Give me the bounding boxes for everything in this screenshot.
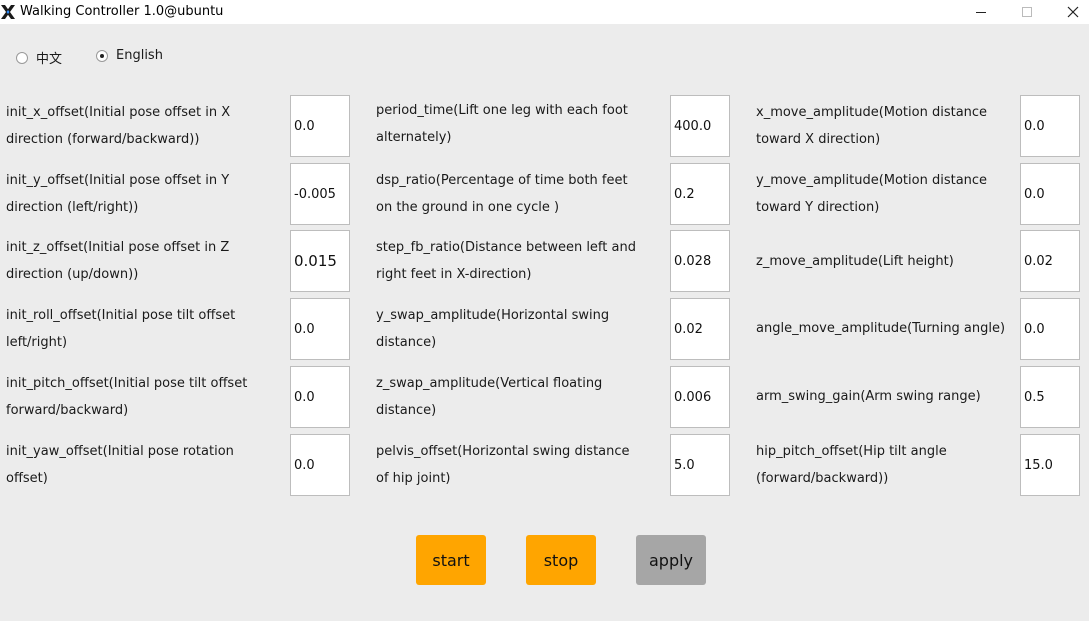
x11-app-icon [1, 5, 15, 19]
label-init-pitch-offset: init_pitch_offset(Initial pose tilt offs… [6, 376, 248, 418]
label-pelvis-offset: pelvis_offset(Horizontal swing distance … [376, 444, 630, 486]
input-y-swap-amplitude[interactable] [670, 298, 730, 360]
radio-chinese[interactable] [16, 51, 28, 64]
label-y-swap-amplitude: y_swap_amplitude(Horizontal swing distan… [376, 308, 610, 350]
label-hip-pitch-offset: hip_pitch_offset(Hip tilt angle (forward… [756, 444, 947, 486]
label-init-x-offset: init_x_offset(Initial pose offset in X d… [6, 105, 231, 147]
input-init-pitch-offset[interactable] [290, 366, 350, 428]
label-step-fb-ratio: step_fb_ratio(Distance between left and … [376, 240, 636, 282]
input-arm-swing-gain[interactable] [1020, 366, 1080, 428]
input-period-time[interactable] [670, 95, 730, 157]
title-bar: Walking Controller 1.0@ubuntu [0, 0, 1089, 24]
input-angle-move-amplitude[interactable] [1020, 298, 1080, 360]
label-period-time: period_time(Lift one leg with each foot … [376, 103, 628, 145]
minimize-icon [976, 12, 986, 13]
label-init-yaw-offset: init_yaw_offset(Initial pose rotation of… [6, 444, 234, 486]
label-init-z-offset: init_z_offset(Initial pose offset in Z d… [6, 240, 230, 282]
input-init-z-offset[interactable] [290, 230, 350, 292]
label-z-move-amplitude: z_move_amplitude(Lift height) [756, 254, 954, 269]
input-hip-pitch-offset[interactable] [1020, 434, 1080, 496]
label-z-swap-amplitude: z_swap_amplitude(Vertical floating dista… [376, 376, 603, 418]
close-icon [1067, 6, 1079, 18]
input-x-move-amplitude[interactable] [1020, 95, 1080, 157]
label-init-roll-offset: init_roll_offset(Initial pose tilt offse… [6, 308, 236, 350]
input-init-roll-offset[interactable] [290, 298, 350, 360]
input-step-fb-ratio[interactable] [670, 230, 730, 292]
input-dsp-ratio[interactable] [670, 163, 730, 225]
start-button[interactable]: start [416, 535, 486, 585]
label-y-move-amplitude: y_move_amplitude(Motion distance toward … [756, 173, 988, 215]
radio-english-label: English [116, 48, 163, 63]
input-init-x-offset[interactable] [290, 95, 350, 157]
label-x-move-amplitude: x_move_amplitude(Motion distance toward … [756, 105, 988, 147]
stop-button[interactable]: stop [526, 535, 596, 585]
label-dsp-ratio: dsp_ratio(Percentage of time both feet o… [376, 173, 628, 215]
window-title: Walking Controller 1.0@ubuntu [20, 4, 224, 19]
label-arm-swing-gain: arm_swing_gain(Arm swing range) [756, 389, 981, 404]
language-option-english[interactable]: English [96, 48, 163, 63]
radio-english[interactable] [96, 49, 108, 62]
input-y-move-amplitude[interactable] [1020, 163, 1080, 225]
maximize-button[interactable] [1004, 0, 1050, 24]
radio-chinese-label: 中文 [36, 52, 63, 67]
input-pelvis-offset[interactable] [670, 434, 730, 496]
input-init-y-offset[interactable] [290, 163, 350, 225]
close-button[interactable] [1050, 0, 1089, 24]
label-init-y-offset: init_y_offset(Initial pose offset in Y d… [6, 173, 230, 215]
language-option-chinese[interactable]: 中文 [16, 48, 62, 67]
label-angle-move-amplitude: angle_move_amplitude(Turning angle) [756, 321, 1006, 336]
input-z-swap-amplitude[interactable] [670, 366, 730, 428]
minimize-button[interactable] [958, 0, 1004, 24]
input-init-yaw-offset[interactable] [290, 434, 350, 496]
input-z-move-amplitude[interactable] [1020, 230, 1080, 292]
apply-button[interactable]: apply [636, 535, 706, 585]
maximize-icon [1022, 7, 1032, 17]
